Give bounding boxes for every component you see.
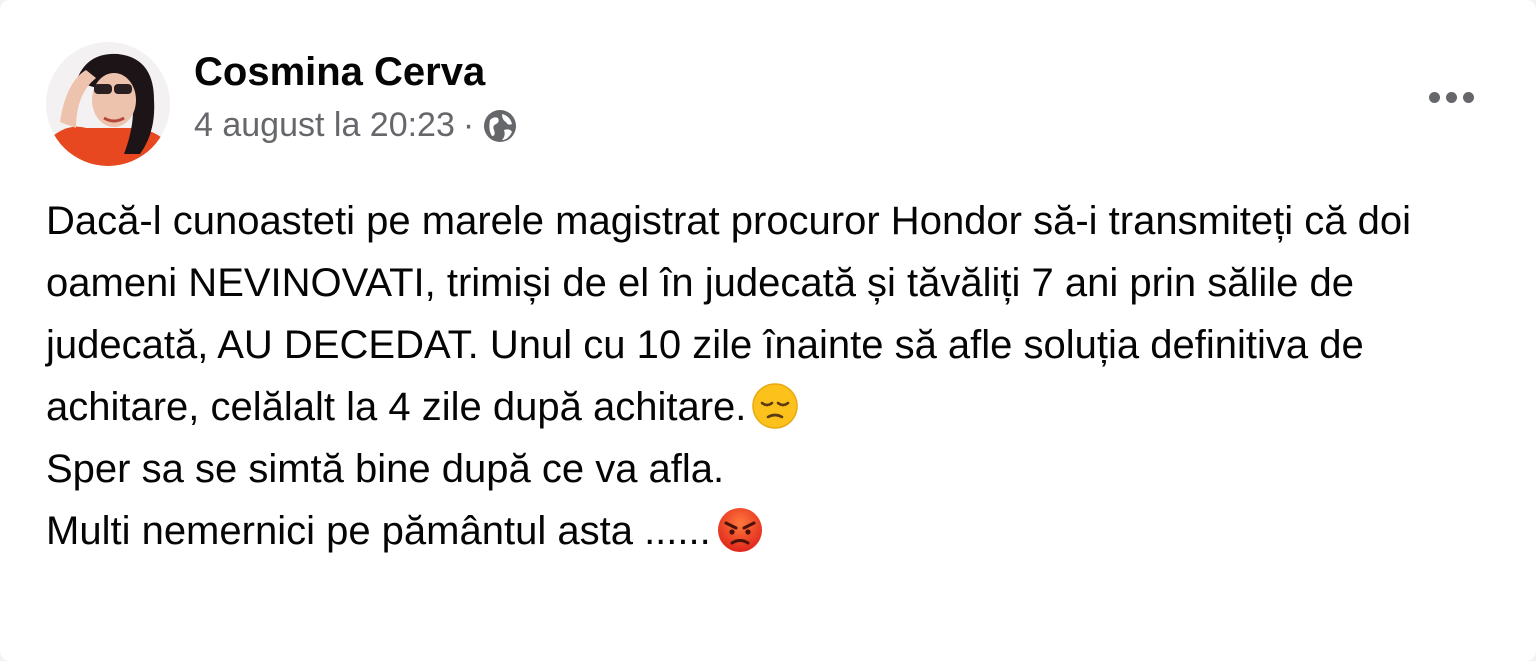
meta-separator: · xyxy=(462,106,475,144)
angry-face-emoji-icon xyxy=(715,505,765,555)
globe-icon[interactable] xyxy=(482,108,518,144)
post-paragraph-2: Sper sa se simtă bine după ce va afla. xyxy=(46,447,725,491)
post-header: Cosmina Cerva 4 august la 20:23 · xyxy=(46,42,1486,168)
pensive-face-emoji-icon xyxy=(750,381,800,431)
avatar[interactable] xyxy=(46,42,170,166)
post-text-1: Dacă-l cunoasteti pe marele magistrat pr… xyxy=(46,199,1423,429)
post-paragraph-3: Multi nemernici pe pământul asta ...... xyxy=(46,500,1486,562)
more-options-button[interactable] xyxy=(1416,72,1486,122)
post-card: Cosmina Cerva 4 august la 20:23 · Dacă-l… xyxy=(0,0,1536,661)
post-paragraph-1: Dacă-l cunoasteti pe marele magistrat pr… xyxy=(46,190,1486,438)
more-horizontal-icon xyxy=(1428,91,1440,103)
author-name[interactable]: Cosmina Cerva xyxy=(194,46,518,98)
post-meta: 4 august la 20:23 · xyxy=(194,104,518,146)
post-text-3: Multi nemernici pe pământul asta ...... xyxy=(46,509,711,553)
author-block: Cosmina Cerva 4 august la 20:23 · xyxy=(194,46,518,146)
more-dot xyxy=(1445,91,1457,103)
post-timestamp[interactable]: 4 august la 20:23 xyxy=(194,104,455,146)
post-body: Dacă-l cunoasteti pe marele magistrat pr… xyxy=(46,190,1486,562)
more-dot xyxy=(1462,91,1474,103)
